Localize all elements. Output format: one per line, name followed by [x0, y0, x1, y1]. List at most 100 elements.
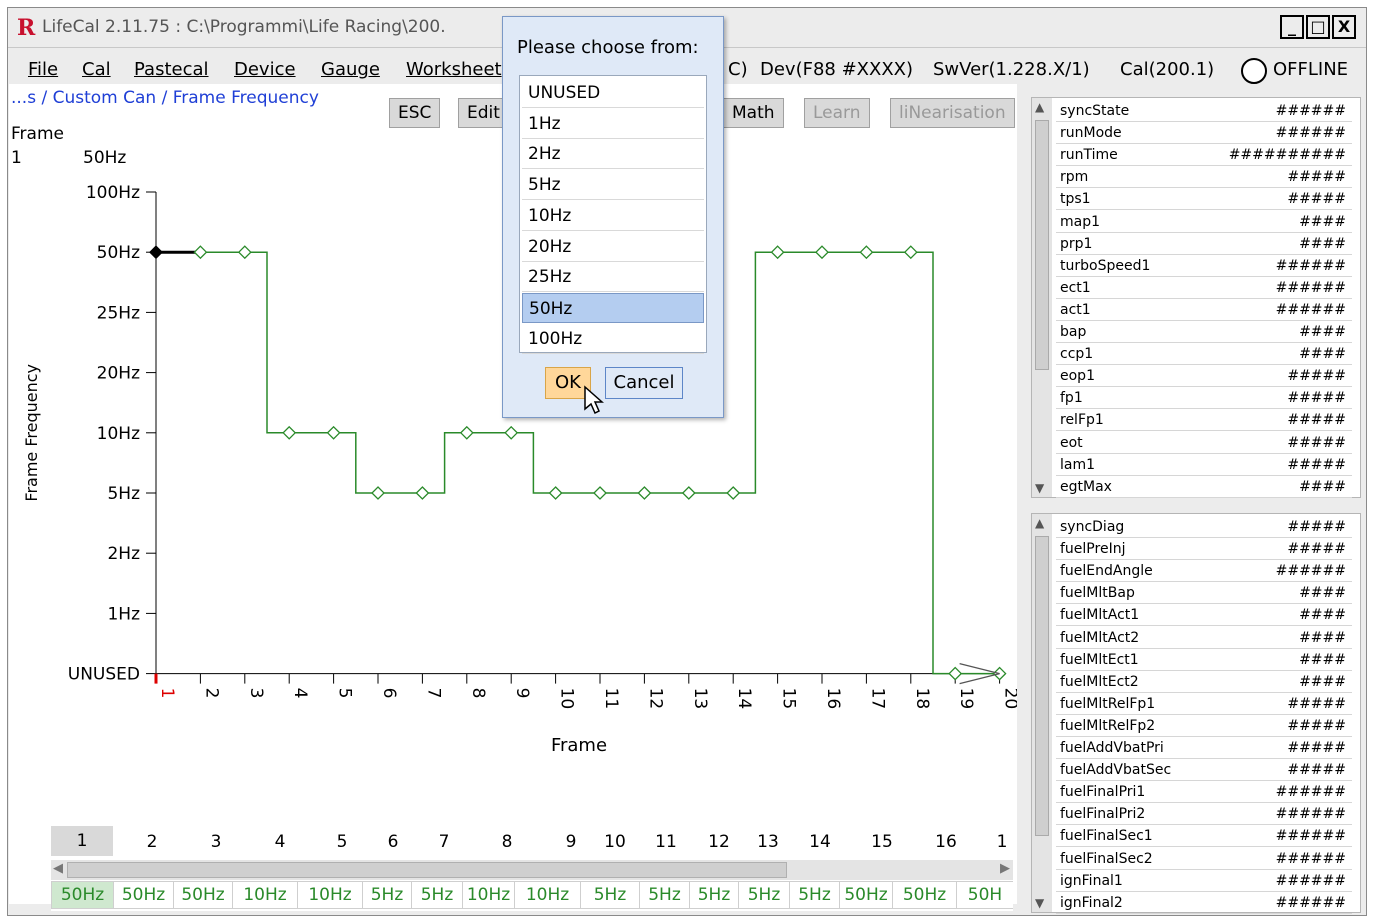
option-item[interactable]: 10Hz [522, 201, 704, 231]
gauge-row[interactable]: turboSpeed1 ###### [1056, 255, 1352, 277]
index-cell[interactable]: 10 [595, 832, 635, 852]
scroll-right-icon[interactable]: ▶ [1000, 861, 1010, 876]
gauge-row[interactable]: eot ##### [1056, 432, 1352, 454]
option-item[interactable]: 50Hz [522, 292, 704, 323]
gauge-row[interactable]: map1 #### [1056, 211, 1352, 233]
scroll-left-icon[interactable]: ◀ [53, 861, 63, 876]
value-cell[interactable]: 50Hz [892, 881, 957, 909]
gauge-row[interactable]: fuelMltRelFp1 ##### [1056, 693, 1352, 715]
gauge-row[interactable]: fuelEndAngle ###### [1056, 560, 1352, 583]
index-cell[interactable]: 15 [862, 832, 902, 852]
gauge-panel-top-scrollbar[interactable]: ▲ ▼ [1032, 98, 1052, 497]
option-item[interactable]: 5Hz [522, 170, 704, 201]
gauge-row[interactable]: fuelAddVbatPri ##### [1056, 737, 1352, 759]
gauge-row[interactable]: ccp1 #### [1056, 343, 1352, 366]
menu-cal[interactable]: Cal [82, 59, 111, 80]
index-cell[interactable]: 11 [646, 832, 686, 852]
gauge-panel-top-thumb[interactable] [1035, 120, 1049, 370]
value-cell[interactable]: 50Hz [51, 881, 114, 909]
scroll-up-icon[interactable]: ▲ [1035, 100, 1044, 114]
option-item[interactable]: 25Hz [522, 262, 704, 293]
gauge-row[interactable]: ect1 ###### [1056, 277, 1352, 299]
index-cell[interactable]: 12 [699, 832, 739, 852]
value-cell[interactable]: 5Hz [580, 881, 640, 909]
gauge-row[interactable]: fuelFinalSec1 ###### [1056, 825, 1352, 848]
gauge-panel-bottom-scrollbar[interactable]: ▲ ▼ [1032, 514, 1052, 912]
gauge-row[interactable]: eop1 ##### [1056, 365, 1352, 388]
gauge-row[interactable]: lam1 ##### [1056, 454, 1352, 476]
gauge-row[interactable]: act1 ###### [1056, 299, 1352, 321]
value-cell[interactable]: 50Hz [839, 881, 893, 909]
value-cell[interactable]: 5Hz [362, 881, 412, 909]
gauge-row[interactable]: fuelMltEct2 #### [1056, 671, 1352, 693]
value-cell[interactable]: 50Hz [113, 881, 174, 909]
index-cell[interactable]: 13 [748, 832, 788, 852]
value-cell[interactable]: 5Hz [738, 881, 790, 909]
index-cell[interactable]: 8 [487, 832, 527, 852]
value-cell[interactable]: 10Hz [514, 881, 581, 909]
horizontal-scrollbar[interactable]: ◀ ▶ [51, 860, 1013, 880]
gauge-row[interactable]: ignFinal1 ###### [1056, 870, 1352, 892]
gauge-row[interactable]: syncDiag ##### [1056, 516, 1352, 538]
value-cell[interactable]: 5Hz [689, 881, 739, 909]
index-cell[interactable]: 2 [132, 832, 172, 852]
gauge-row[interactable]: fuelMltAct2 #### [1056, 627, 1352, 649]
gauge-row[interactable]: runTime ########## [1056, 144, 1352, 167]
value-cell[interactable]: 50H [956, 881, 1013, 909]
value-cell[interactable]: 10Hz [297, 881, 363, 909]
menu-pastecal[interactable]: Pastecal [134, 59, 209, 80]
value-cell[interactable]: 5Hz [411, 881, 463, 909]
gauge-row[interactable]: fuelMltEct1 #### [1056, 649, 1352, 671]
gauge-row[interactable]: fuelPreInj ##### [1056, 538, 1352, 561]
index-cell[interactable]: 4 [260, 832, 300, 852]
index-cell[interactable]: 7 [424, 832, 464, 852]
gauge-row[interactable]: ignFinal2 ###### [1056, 892, 1352, 914]
gauge-row[interactable]: fuelFinalPri2 ###### [1056, 803, 1352, 826]
gauge-panel-bottom-thumb[interactable] [1035, 536, 1049, 836]
value-cell[interactable]: 50Hz [173, 881, 233, 909]
option-item[interactable]: UNUSED [522, 78, 704, 108]
cancel-button[interactable]: Cancel [605, 367, 683, 399]
scroll-up-icon[interactable]: ▲ [1035, 516, 1044, 530]
value-cell[interactable]: 5Hz [639, 881, 690, 909]
gauge-row[interactable]: fuelMltAct1 #### [1056, 604, 1352, 627]
value-cell[interactable]: 5Hz [789, 881, 840, 909]
scroll-down-icon[interactable]: ▼ [1035, 896, 1044, 910]
index-cell[interactable]: 14 [800, 832, 840, 852]
scroll-thumb[interactable] [67, 862, 787, 878]
gauge-row[interactable]: egtMax #### [1056, 476, 1352, 498]
index-cell[interactable]: 9 [551, 832, 591, 852]
gauge-row[interactable]: runMode ###### [1056, 122, 1352, 145]
index-cell[interactable]: 3 [196, 832, 236, 852]
index-cell[interactable]: 5 [322, 832, 362, 852]
gauge-row[interactable]: fp1 ##### [1056, 387, 1352, 410]
option-item[interactable]: 100Hz [522, 324, 704, 354]
option-item[interactable]: 2Hz [522, 139, 704, 170]
gauge-row[interactable]: fuelMltBap #### [1056, 582, 1352, 605]
option-item[interactable]: 20Hz [522, 232, 704, 262]
gauge-row[interactable]: relFp1 ##### [1056, 409, 1352, 432]
gauge-row[interactable]: fuelFinalSec2 ###### [1056, 848, 1352, 870]
gauge-row[interactable]: prp1 #### [1056, 233, 1352, 255]
menu-gauge[interactable]: Gauge [321, 59, 380, 80]
index-cell[interactable]: 1 [982, 832, 1022, 852]
index-cell[interactable]: 1 [51, 826, 113, 856]
scroll-down-icon[interactable]: ▼ [1035, 481, 1044, 495]
maximize-button[interactable]: □ [1306, 15, 1330, 39]
menu-worksheet[interactable]: Worksheet [406, 59, 502, 80]
index-cell[interactable]: 6 [373, 832, 413, 852]
value-cell[interactable]: 10Hz [232, 881, 298, 909]
menu-device[interactable]: Device [234, 59, 296, 80]
gauge-row[interactable]: rpm ##### [1056, 166, 1352, 189]
gauge-row[interactable]: fuelMltRelFp2 ##### [1056, 715, 1352, 737]
option-list[interactable]: UNUSED 1Hz 2Hz 5Hz 10Hz 20Hz 25Hz 50Hz 100Hz [519, 75, 707, 354]
gauge-row[interactable]: bap #### [1056, 321, 1352, 343]
gauge-row[interactable]: syncState ###### [1056, 100, 1352, 122]
gauge-row[interactable]: tps1 ##### [1056, 188, 1352, 211]
gauge-row[interactable]: fuelFinalPri1 ###### [1056, 781, 1352, 804]
index-cell[interactable]: 16 [926, 832, 966, 852]
minimize-button[interactable]: _ [1280, 15, 1304, 39]
close-button[interactable]: X [1332, 15, 1356, 39]
value-cell[interactable]: 10Hz [462, 881, 515, 909]
option-item[interactable]: 1Hz [522, 109, 704, 139]
